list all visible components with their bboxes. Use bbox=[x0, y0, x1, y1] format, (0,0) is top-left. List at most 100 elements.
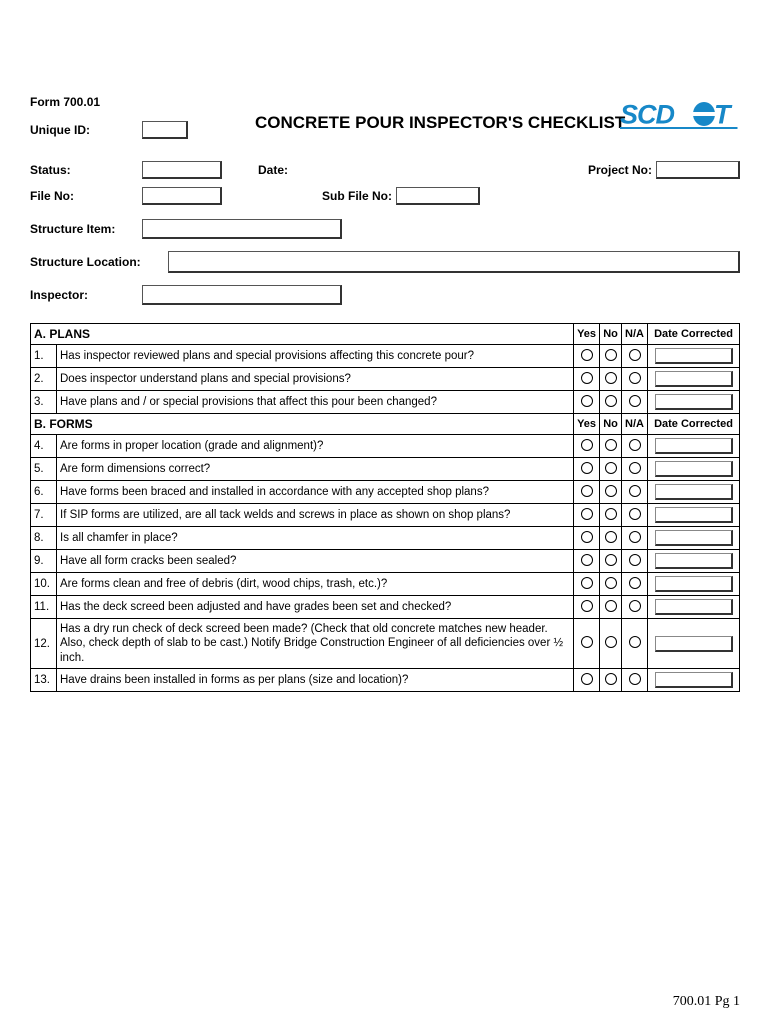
file-no-label: File No: bbox=[30, 189, 142, 203]
row-number: 3. bbox=[31, 391, 57, 414]
na-radio[interactable] bbox=[629, 439, 641, 451]
no-radio[interactable] bbox=[605, 673, 617, 685]
no-radio[interactable] bbox=[605, 462, 617, 474]
yes-radio[interactable] bbox=[581, 395, 593, 407]
date-corrected-field[interactable] bbox=[655, 599, 733, 615]
col-date-corrected: Date Corrected bbox=[648, 414, 740, 435]
date-corrected-field[interactable] bbox=[655, 394, 733, 410]
yes-radio[interactable] bbox=[581, 577, 593, 589]
question-text: Are form dimensions correct? bbox=[57, 458, 574, 481]
no-radio[interactable] bbox=[605, 485, 617, 497]
yes-radio[interactable] bbox=[581, 349, 593, 361]
date-corrected-field[interactable] bbox=[655, 438, 733, 454]
status-field[interactable] bbox=[142, 161, 222, 179]
na-radio[interactable] bbox=[629, 395, 641, 407]
yes-radio[interactable] bbox=[581, 439, 593, 451]
question-text: Does inspector understand plans and spec… bbox=[57, 368, 574, 391]
date-corrected-field[interactable] bbox=[655, 348, 733, 364]
date-corrected-field[interactable] bbox=[655, 636, 733, 652]
na-radio[interactable] bbox=[629, 600, 641, 612]
table-row: 11.Has the deck screed been adjusted and… bbox=[31, 596, 740, 619]
no-radio[interactable] bbox=[605, 508, 617, 520]
yes-radio[interactable] bbox=[581, 673, 593, 685]
no-radio[interactable] bbox=[605, 600, 617, 612]
question-text: If SIP forms are utilized, are all tack … bbox=[57, 504, 574, 527]
table-row: 8.Is all chamfer in place? bbox=[31, 527, 740, 550]
row-number: 1. bbox=[31, 345, 57, 368]
yes-radio[interactable] bbox=[581, 372, 593, 384]
date-corrected-field[interactable] bbox=[655, 530, 733, 546]
inspector-label: Inspector: bbox=[30, 288, 142, 302]
row-number: 2. bbox=[31, 368, 57, 391]
yes-radio[interactable] bbox=[581, 531, 593, 543]
row-number: 4. bbox=[31, 435, 57, 458]
na-radio[interactable] bbox=[629, 462, 641, 474]
no-radio[interactable] bbox=[605, 395, 617, 407]
date-corrected-field[interactable] bbox=[655, 576, 733, 592]
section-heading: B. FORMS bbox=[31, 414, 574, 435]
inspector-field[interactable] bbox=[142, 285, 342, 305]
date-corrected-field[interactable] bbox=[655, 507, 733, 523]
na-radio[interactable] bbox=[629, 554, 641, 566]
yes-radio[interactable] bbox=[581, 636, 593, 648]
project-no-field[interactable] bbox=[656, 161, 740, 179]
no-radio[interactable] bbox=[605, 577, 617, 589]
na-radio[interactable] bbox=[629, 577, 641, 589]
question-text: Have all form cracks been sealed? bbox=[57, 550, 574, 573]
yes-radio[interactable] bbox=[581, 462, 593, 474]
row-number: 5. bbox=[31, 458, 57, 481]
yes-radio[interactable] bbox=[581, 554, 593, 566]
row-number: 11. bbox=[31, 596, 57, 619]
na-radio[interactable] bbox=[629, 508, 641, 520]
unique-id-field[interactable] bbox=[142, 121, 188, 139]
col-yes: Yes bbox=[574, 414, 600, 435]
section-heading: A. PLANS bbox=[31, 324, 574, 345]
table-row: 6.Have forms been braced and installed i… bbox=[31, 481, 740, 504]
no-radio[interactable] bbox=[605, 554, 617, 566]
row-number: 8. bbox=[31, 527, 57, 550]
structure-item-field[interactable] bbox=[142, 219, 342, 239]
unique-id-label: Unique ID: bbox=[30, 123, 142, 137]
date-corrected-field[interactable] bbox=[655, 672, 733, 688]
no-radio[interactable] bbox=[605, 349, 617, 361]
no-radio[interactable] bbox=[605, 636, 617, 648]
structure-location-field[interactable] bbox=[168, 251, 740, 273]
question-text: Have drains been installed in forms as p… bbox=[57, 669, 574, 692]
table-row: 4.Are forms in proper location (grade an… bbox=[31, 435, 740, 458]
no-radio[interactable] bbox=[605, 372, 617, 384]
structure-item-label: Structure Item: bbox=[30, 222, 142, 236]
checklist-table: A. PLANSYesNoN/ADate Corrected1.Has insp… bbox=[30, 323, 740, 692]
no-radio[interactable] bbox=[605, 439, 617, 451]
na-radio[interactable] bbox=[629, 636, 641, 648]
question-text: Has the deck screed been adjusted and ha… bbox=[57, 596, 574, 619]
question-text: Has inspector reviewed plans and special… bbox=[57, 345, 574, 368]
table-row: 7.If SIP forms are utilized, are all tac… bbox=[31, 504, 740, 527]
na-radio[interactable] bbox=[629, 349, 641, 361]
row-number: 12. bbox=[31, 619, 57, 669]
date-corrected-field[interactable] bbox=[655, 461, 733, 477]
na-radio[interactable] bbox=[629, 485, 641, 497]
na-radio[interactable] bbox=[629, 673, 641, 685]
question-text: Have forms been braced and installed in … bbox=[57, 481, 574, 504]
yes-radio[interactable] bbox=[581, 600, 593, 612]
date-corrected-field[interactable] bbox=[655, 553, 733, 569]
file-no-field[interactable] bbox=[142, 187, 222, 205]
row-number: 9. bbox=[31, 550, 57, 573]
col-yes: Yes bbox=[574, 324, 600, 345]
date-corrected-field[interactable] bbox=[655, 371, 733, 387]
col-na: N/A bbox=[622, 324, 648, 345]
yes-radio[interactable] bbox=[581, 508, 593, 520]
na-radio[interactable] bbox=[629, 531, 641, 543]
na-radio[interactable] bbox=[629, 372, 641, 384]
table-row: 2.Does inspector understand plans and sp… bbox=[31, 368, 740, 391]
date-corrected-field[interactable] bbox=[655, 484, 733, 500]
no-radio[interactable] bbox=[605, 531, 617, 543]
sub-file-no-field[interactable] bbox=[396, 187, 480, 205]
yes-radio[interactable] bbox=[581, 485, 593, 497]
table-row: 5.Are form dimensions correct? bbox=[31, 458, 740, 481]
col-date-corrected: Date Corrected bbox=[648, 324, 740, 345]
row-number: 13. bbox=[31, 669, 57, 692]
col-no: No bbox=[600, 414, 622, 435]
structure-location-label: Structure Location: bbox=[30, 255, 168, 269]
col-na: N/A bbox=[622, 414, 648, 435]
